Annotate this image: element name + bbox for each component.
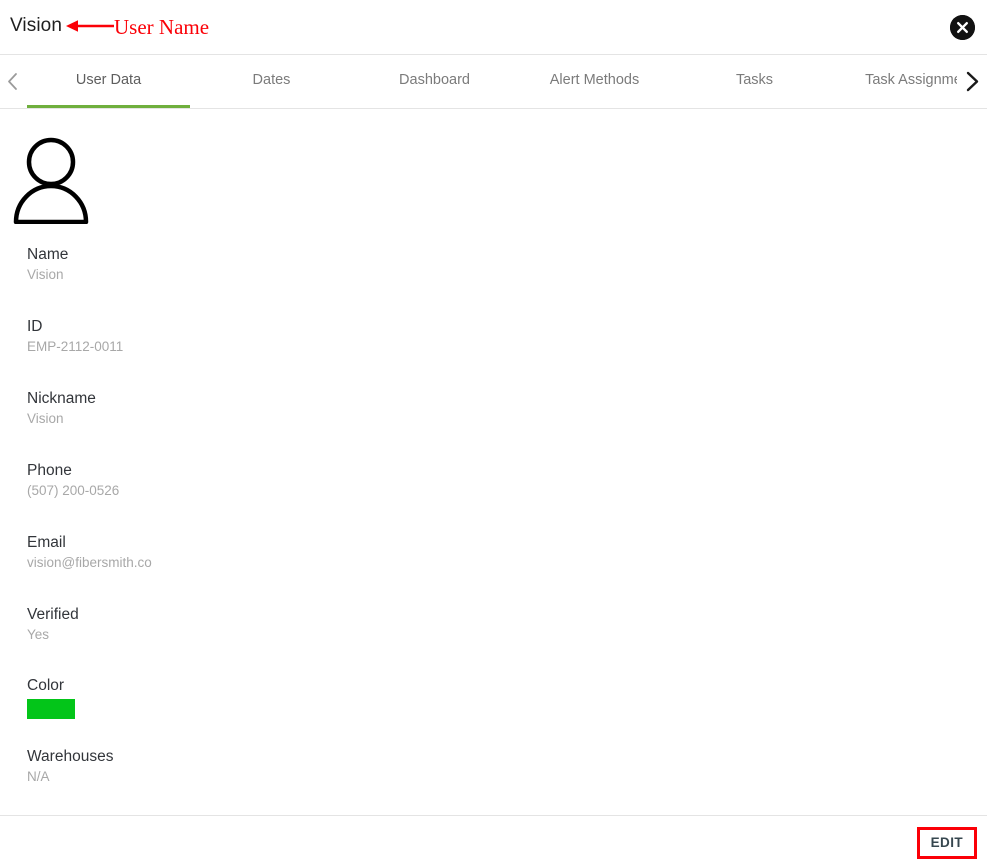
field-label: Color — [27, 677, 65, 694]
tab-dashboard[interactable]: Dashboard — [353, 55, 516, 108]
dialog-footer: EDIT — [0, 815, 987, 859]
field-value: N/A — [27, 769, 50, 784]
field-phone: Phone (507) 200-0526 — [27, 461, 119, 500]
tab-task-assignments[interactable]: Task Assignmen — [836, 55, 957, 108]
field-value: Yes — [27, 627, 50, 642]
field-label: Email — [27, 534, 66, 551]
close-circle-icon[interactable] — [950, 15, 975, 40]
field-label: Verified — [27, 606, 79, 623]
user-data-panel: Name Vision ID EMP-2112-0011 Nickname Vi… — [0, 109, 987, 815]
field-label: Name — [27, 246, 69, 263]
page-title: Vision — [10, 15, 63, 36]
tab-bar: User Data Dates Dashboard Alert Methods … — [0, 55, 987, 109]
field-verified: Verified Yes — [27, 605, 79, 644]
tab-list: User Data Dates Dashboard Alert Methods … — [27, 55, 957, 108]
field-id: ID EMP-2112-0011 — [27, 317, 123, 356]
annotation-arrow-icon — [66, 18, 114, 34]
field-label: Phone — [27, 462, 72, 479]
person-avatar-icon — [12, 134, 90, 225]
field-email: Email vision@fibersmith.co — [27, 533, 152, 572]
annotation-label: User Name — [114, 15, 210, 39]
tab-user-data[interactable]: User Data — [27, 55, 190, 108]
field-name: Name Vision — [27, 245, 68, 284]
field-label: ID — [27, 318, 43, 335]
field-value: Vision — [27, 267, 64, 282]
field-label: Nickname — [27, 390, 96, 407]
field-value: (507) 200-0526 — [27, 483, 120, 498]
edit-button-annotation-box: EDIT — [916, 827, 977, 859]
tab-scroll-prev-button[interactable] — [0, 55, 27, 108]
color-swatch — [27, 699, 75, 719]
tab-dates[interactable]: Dates — [190, 55, 353, 108]
field-label: Warehouses — [27, 748, 114, 765]
tab-tasks[interactable]: Tasks — [673, 55, 836, 108]
field-warehouses: Warehouses N/A — [27, 747, 113, 786]
field-value: vision@fibersmith.co — [27, 555, 152, 570]
field-color: Color — [27, 676, 75, 719]
field-nickname: Nickname Vision — [27, 389, 96, 428]
tab-alert-methods[interactable]: Alert Methods — [516, 55, 673, 108]
field-value: Vision — [27, 411, 64, 426]
field-value: EMP-2112-0011 — [27, 339, 124, 354]
dialog-header: Vision User Name — [0, 0, 987, 55]
edit-button[interactable]: EDIT — [919, 830, 974, 856]
tab-scroll-next-button[interactable] — [957, 55, 987, 108]
